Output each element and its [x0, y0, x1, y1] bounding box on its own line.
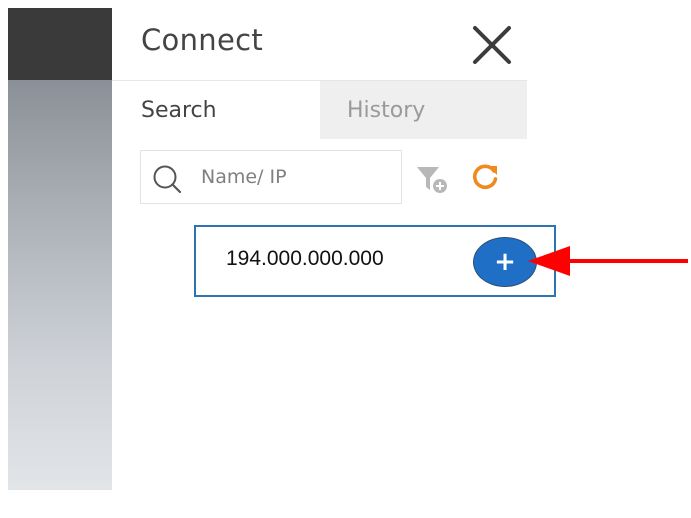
annotation-arrow — [528, 246, 688, 276]
close-button[interactable] — [469, 22, 515, 68]
filter-add-button[interactable] — [415, 164, 451, 196]
sidebar-header-block — [8, 8, 112, 80]
search-icon — [153, 165, 182, 194]
refresh-icon — [472, 164, 498, 190]
close-icon — [473, 26, 511, 64]
panel-title: Connect — [141, 23, 264, 57]
device-ip-address: 194.000.000.000 — [226, 247, 384, 270]
search-field[interactable] — [140, 150, 402, 204]
plus-icon: + — [494, 247, 516, 277]
device-list-item[interactable]: 194.000.000.000 + — [194, 225, 556, 297]
panel-header: Connect — [112, 8, 527, 81]
refresh-button[interactable] — [470, 162, 500, 192]
tab-history[interactable]: History — [320, 81, 527, 139]
tab-search[interactable]: Search — [112, 81, 320, 139]
sidebar-background — [8, 80, 112, 490]
screen: Connect Search History Name/ IP 194.000.… — [0, 0, 691, 518]
search-input[interactable] — [201, 161, 391, 193]
tab-bar: Search History — [112, 81, 527, 139]
filter-add-icon — [417, 167, 447, 193]
